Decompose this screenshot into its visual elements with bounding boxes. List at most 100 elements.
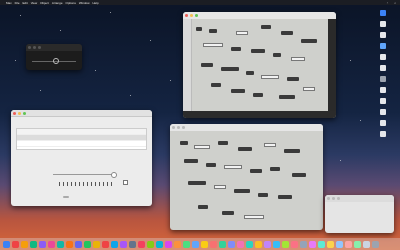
dock-app-icon[interactable] [246,240,253,248]
patch-object[interactable] [231,47,241,51]
desktop-file-icon[interactable] [380,120,386,126]
dock-app-icon[interactable] [48,240,55,248]
patch-object[interactable] [258,193,268,197]
dock-app-icon[interactable] [363,240,370,248]
close-button[interactable] [172,126,175,129]
dock-app-icon[interactable] [102,240,109,248]
patch-object[interactable] [292,173,306,177]
dock-app-icon[interactable] [84,240,91,248]
close-button[interactable] [327,197,330,200]
patch-object[interactable] [236,31,248,35]
patch-object[interactable] [196,27,202,31]
desktop-file-icon[interactable] [380,54,386,60]
patch-object[interactable] [188,181,206,185]
desktop-file-icon[interactable] [380,98,386,104]
dock-app-icon[interactable] [336,240,343,248]
dock-app-icon[interactable] [111,240,118,248]
dock-app-icon[interactable] [255,240,262,248]
prefs-button[interactable] [63,196,69,198]
table-row[interactable] [17,141,146,147]
patch-object[interactable] [253,93,263,97]
dock-app-icon[interactable] [30,240,37,248]
dock-app-icon[interactable] [21,240,28,248]
mini-titlebar[interactable] [26,44,82,51]
patch-object[interactable] [250,169,262,173]
patch-object[interactable] [184,159,198,163]
blank-titlebar[interactable] [325,195,394,202]
dock-app-icon[interactable] [129,240,136,248]
dock-app-icon[interactable] [354,240,361,248]
minimize-button[interactable] [18,111,21,115]
menu-file[interactable]: File [15,1,20,5]
minimize-button[interactable] [33,46,36,49]
patch-object[interactable] [281,31,293,35]
desktop-file-icon[interactable] [380,10,386,16]
desktop-file-icon[interactable] [380,76,386,82]
patch-object[interactable] [209,29,217,33]
patch-object[interactable] [251,49,265,53]
menu-object[interactable]: Object [40,1,49,5]
close-button[interactable] [13,111,16,115]
slider-thumb[interactable] [111,172,117,178]
menu-max[interactable]: Max [6,1,12,5]
dock-app-icon[interactable] [39,240,46,248]
dock-app-icon[interactable] [372,240,379,248]
zoom-button[interactable] [23,111,26,115]
desktop-file-icon[interactable] [380,43,386,49]
prefs-slider[interactable] [53,172,117,178]
prefs-checkbox[interactable] [123,180,128,185]
menu-arrange[interactable]: Arrange [52,1,63,5]
dock-app-icon[interactable] [237,240,244,248]
patch-object[interactable] [201,63,213,67]
dock-app-icon[interactable] [219,240,226,248]
dock-app-icon[interactable] [291,240,298,248]
patch-object[interactable] [221,67,239,71]
dock-app-icon[interactable] [192,240,199,248]
patch-object[interactable] [234,189,250,193]
dock-app-icon[interactable] [345,240,352,248]
patch-object[interactable] [211,83,221,87]
dock-app-icon[interactable] [3,240,10,248]
patch-object[interactable] [180,141,188,145]
patch-object[interactable] [231,89,245,93]
search-icon[interactable]: ⌕ [394,1,396,5]
desktop-file-icon[interactable] [380,109,386,115]
menu-options[interactable]: Options [66,1,76,5]
menu-window[interactable]: Window [79,1,90,5]
patch-object[interactable] [194,145,210,149]
patch-object[interactable] [284,149,300,153]
patch-object[interactable] [218,141,228,145]
dock-app-icon[interactable] [282,240,289,248]
patch-object[interactable] [278,195,292,199]
wifi-icon[interactable]: ◔ [387,1,389,5]
patcher-canvas[interactable] [174,131,319,228]
dock-app-icon[interactable] [147,240,154,248]
prefs-table[interactable] [16,128,147,150]
patch-object[interactable] [270,167,280,171]
patcher-right-toolbar[interactable] [328,19,336,111]
patcher-bottom-toolbar[interactable] [183,111,336,118]
dock-app-icon[interactable] [327,240,334,248]
dock-app-icon[interactable] [93,240,100,248]
patch-object[interactable] [246,71,254,75]
patch-object[interactable] [291,57,305,61]
dock-app-icon[interactable] [210,240,217,248]
dock-app-icon[interactable] [66,240,73,248]
dock-app-icon[interactable] [264,240,271,248]
patch-object[interactable] [301,39,317,43]
patcher-bottom-titlebar[interactable] [170,124,323,131]
patch-object[interactable] [273,53,281,57]
dock-app-icon[interactable] [309,240,316,248]
desktop-file-icon[interactable] [380,32,386,38]
dock-app-icon[interactable] [75,240,82,248]
patch-object[interactable] [198,205,208,209]
dock-app-icon[interactable] [318,240,325,248]
dock-app-icon[interactable] [57,240,64,248]
patch-object[interactable] [287,77,299,81]
zoom-button[interactable] [38,46,41,49]
patch-object[interactable] [203,43,223,47]
patch-object[interactable] [238,147,252,151]
dock-app-icon[interactable] [156,240,163,248]
patcher-canvas[interactable] [191,19,328,111]
patch-object[interactable] [279,95,295,99]
